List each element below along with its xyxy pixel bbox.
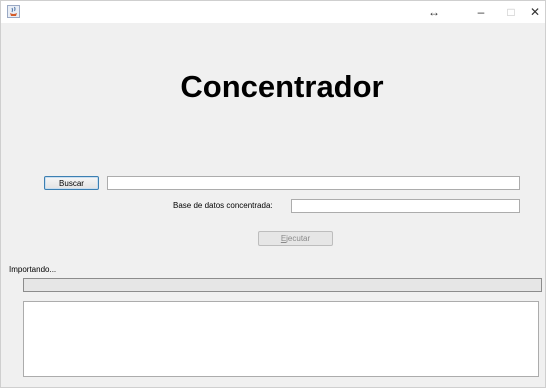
page-title: Concentrador bbox=[180, 69, 384, 104]
minimize-button[interactable]: – bbox=[464, 1, 498, 23]
app-window: ↔ – □ ✕ Concentrador Buscar Base de dato… bbox=[0, 0, 546, 388]
progress-bar bbox=[23, 278, 542, 292]
title-bar[interactable]: ↔ – □ ✕ bbox=[1, 1, 545, 23]
db-label: Base de datos concentrada: bbox=[173, 201, 273, 210]
java-cup-icon bbox=[7, 5, 20, 18]
path-input[interactable] bbox=[107, 176, 520, 190]
resize-icon[interactable]: ↔ bbox=[417, 1, 451, 23]
close-button[interactable]: ✕ bbox=[518, 1, 546, 23]
db-input[interactable] bbox=[291, 199, 520, 213]
buscar-button[interactable]: Buscar bbox=[44, 176, 99, 190]
status-label: Importando... bbox=[9, 265, 57, 274]
log-textarea[interactable] bbox=[23, 301, 539, 377]
ejecutar-button[interactable]: Ejecutar bbox=[258, 231, 333, 246]
